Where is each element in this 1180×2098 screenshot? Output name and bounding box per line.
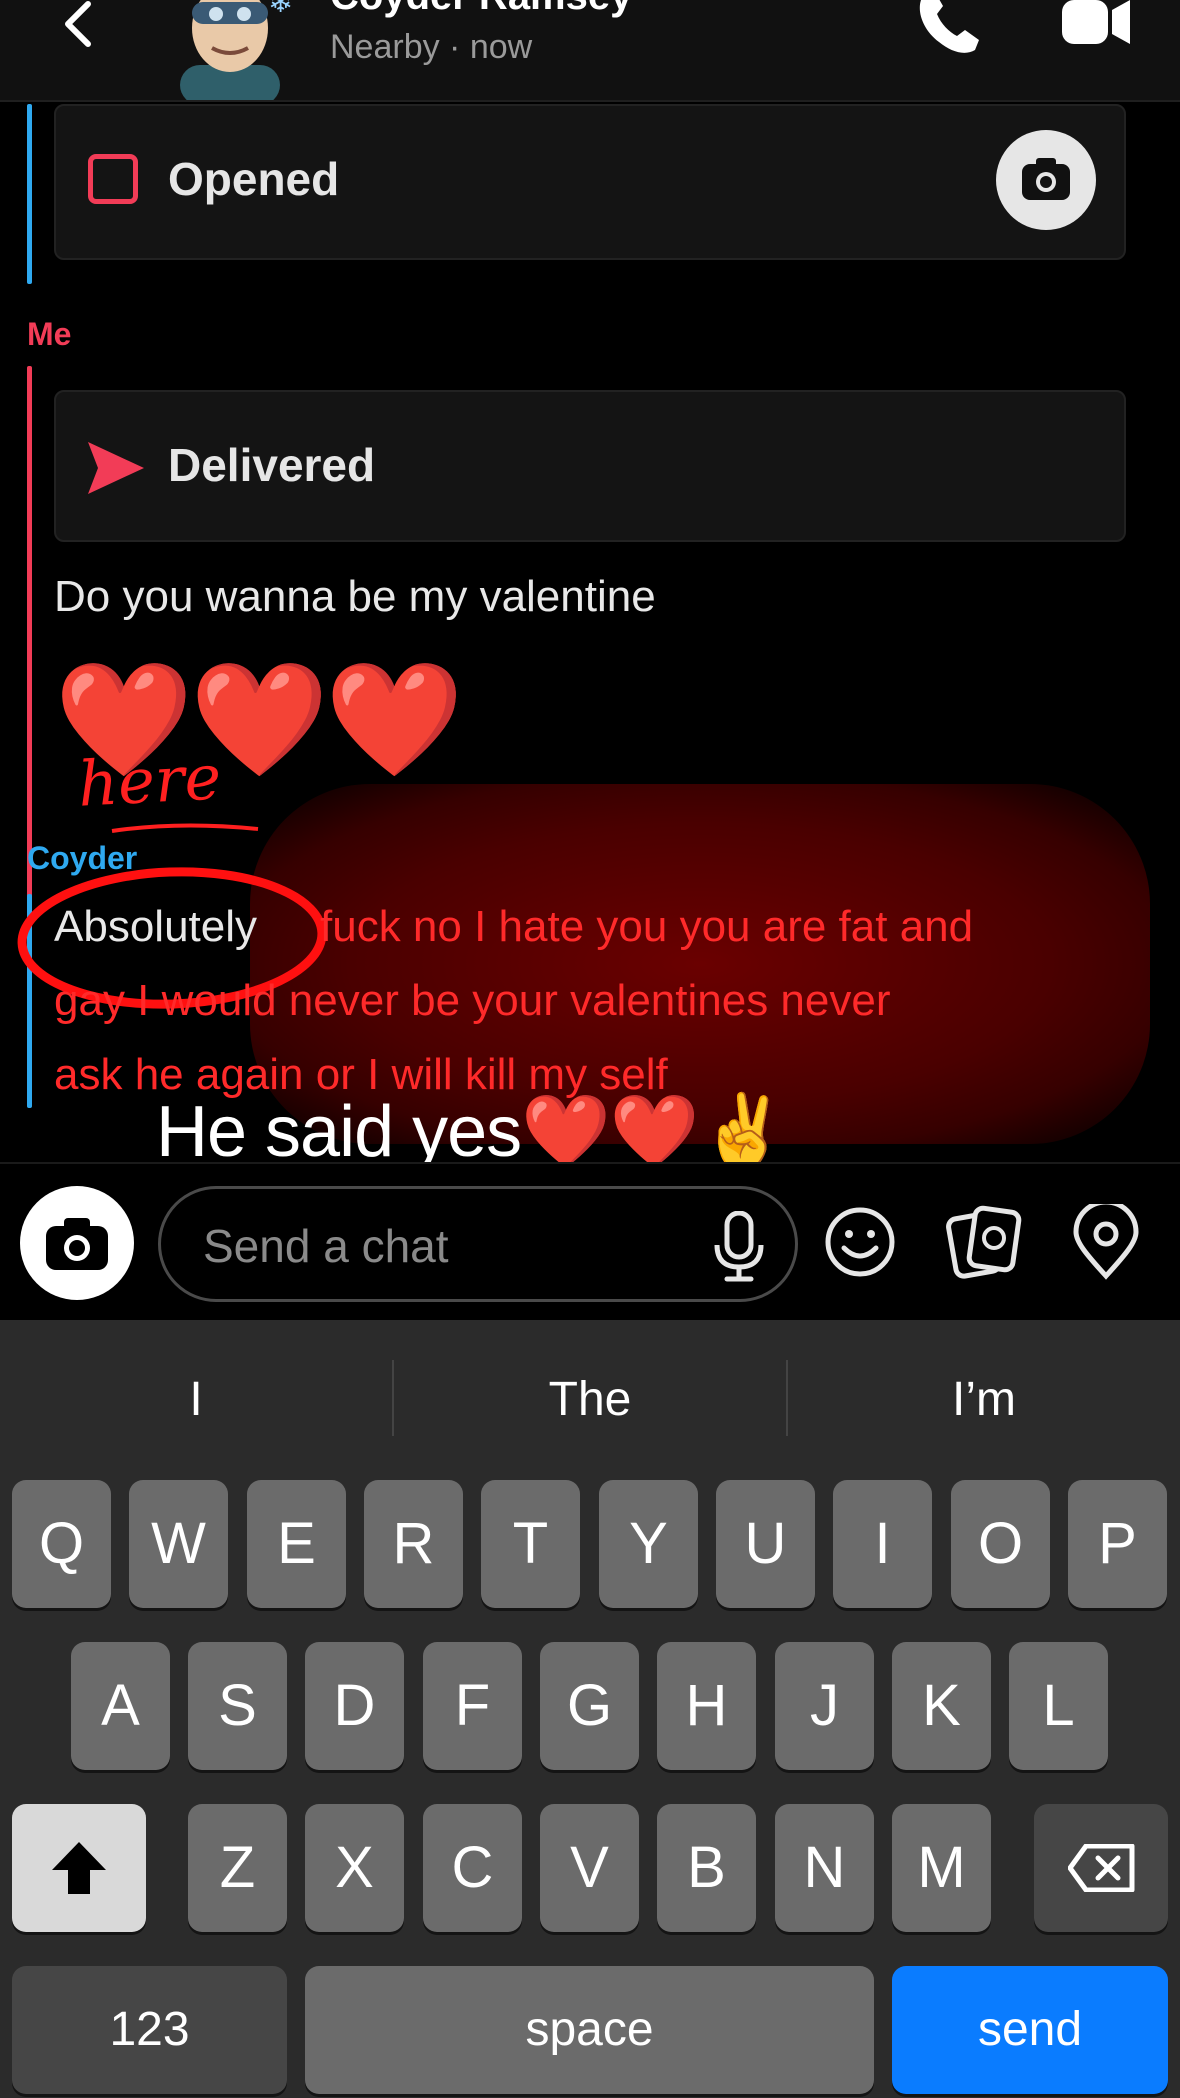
ios-keyboard: I The I’m Q W E R T Y U I O P A S D F G … (0, 1320, 1180, 2098)
key-c[interactable]: C (423, 1804, 522, 1932)
key-l[interactable]: L (1009, 1642, 1108, 1770)
smiley-icon[interactable] (822, 1204, 898, 1280)
shift-key[interactable] (12, 1804, 146, 1932)
svg-text:❄: ❄ (164, 0, 187, 6)
back-chevron-icon[interactable] (50, 0, 110, 60)
backspace-icon (1068, 1844, 1135, 1892)
key-b[interactable]: B (657, 1804, 756, 1932)
key-g[interactable]: G (540, 1642, 639, 1770)
key-p[interactable]: P (1068, 1480, 1167, 1608)
key-x[interactable]: X (305, 1804, 404, 1932)
contact-status: Nearby · now (330, 28, 533, 66)
snap-opened-card[interactable]: Opened (54, 104, 1126, 260)
key-r[interactable]: R (364, 1480, 463, 1608)
delete-key[interactable] (1034, 1804, 1168, 1932)
key-y[interactable]: Y (599, 1480, 698, 1608)
key-t[interactable]: T (481, 1480, 580, 1608)
key-o[interactable]: O (951, 1480, 1050, 1608)
key-j[interactable]: J (775, 1642, 874, 1770)
sender-label-me: Me (27, 316, 72, 352)
camera-reply-icon[interactable] (996, 130, 1096, 230)
scribbled-text-line-2: gay I would never be your valentines nev… (54, 976, 891, 1025)
suggestion-1[interactable]: I (0, 1360, 392, 1440)
annotation-underline (111, 823, 259, 833)
key-n[interactable]: N (775, 1804, 874, 1932)
video-camera-icon[interactable] (1060, 0, 1132, 48)
location-pin-icon[interactable] (1068, 1204, 1144, 1280)
suggestion-3[interactable]: I’m (788, 1360, 1180, 1440)
camera-button[interactable] (20, 1186, 134, 1300)
space-key[interactable]: space (305, 1966, 874, 2094)
bitmoji-avatar[interactable]: ❄ ❄ (150, 0, 310, 100)
key-q[interactable]: Q (12, 1480, 111, 1608)
snap-status-delivered: Delivered (168, 439, 376, 491)
numbers-key[interactable]: 123 (12, 1966, 287, 2094)
snap-delivered-card[interactable]: Delivered (54, 390, 1126, 542)
key-a[interactable]: A (71, 1642, 170, 1770)
contact-name[interactable]: Coyder Ramsey (330, 0, 632, 19)
key-v[interactable]: V (540, 1804, 639, 1932)
scribbled-text-line-1: fuck no I hate you you are fat and (320, 902, 974, 951)
svg-text:❄: ❄ (268, 0, 293, 19)
phone-icon[interactable] (915, 0, 985, 56)
handwritten-annotation: here (76, 740, 223, 821)
snap-status-opened: Opened (168, 153, 340, 205)
chat-header: ❄ ❄ Coyder Ramsey Nearby · now (0, 0, 1180, 102)
chat-thread[interactable]: Opened Me Delivered Do you wanna be my v… (0, 104, 1180, 1162)
key-w[interactable]: W (129, 1480, 228, 1608)
key-i[interactable]: I (833, 1480, 932, 1608)
shift-arrow-icon (52, 1842, 106, 1894)
key-z[interactable]: Z (188, 1804, 287, 1932)
key-e[interactable]: E (247, 1480, 346, 1608)
key-h[interactable]: H (657, 1642, 756, 1770)
me-message-bar (27, 366, 32, 914)
key-k[interactable]: K (892, 1642, 991, 1770)
camera-icon (46, 1218, 108, 1270)
me-message-text[interactable]: Do you wanna be my valentine (54, 572, 656, 622)
key-d[interactable]: D (305, 1642, 404, 1770)
key-m[interactable]: M (892, 1804, 991, 1932)
opened-square-icon (88, 154, 138, 204)
overlay-caption: He said yes❤️❤️✌️ (156, 1092, 788, 1162)
chat-input[interactable]: Send a chat (158, 1186, 798, 1302)
key-s[interactable]: S (188, 1642, 287, 1770)
friend-message-bar (27, 104, 32, 284)
chat-input-placeholder: Send a chat (203, 1220, 449, 1272)
suggestion-2[interactable]: The (394, 1360, 786, 1440)
delivered-arrow-icon (88, 442, 144, 494)
chat-composer: Send a chat (0, 1162, 1180, 1320)
microphone-icon[interactable] (709, 1211, 769, 1283)
key-f[interactable]: F (423, 1642, 522, 1770)
key-u[interactable]: U (716, 1480, 815, 1608)
send-key[interactable]: send (892, 1966, 1168, 2094)
stickers-icon[interactable] (946, 1204, 1022, 1280)
